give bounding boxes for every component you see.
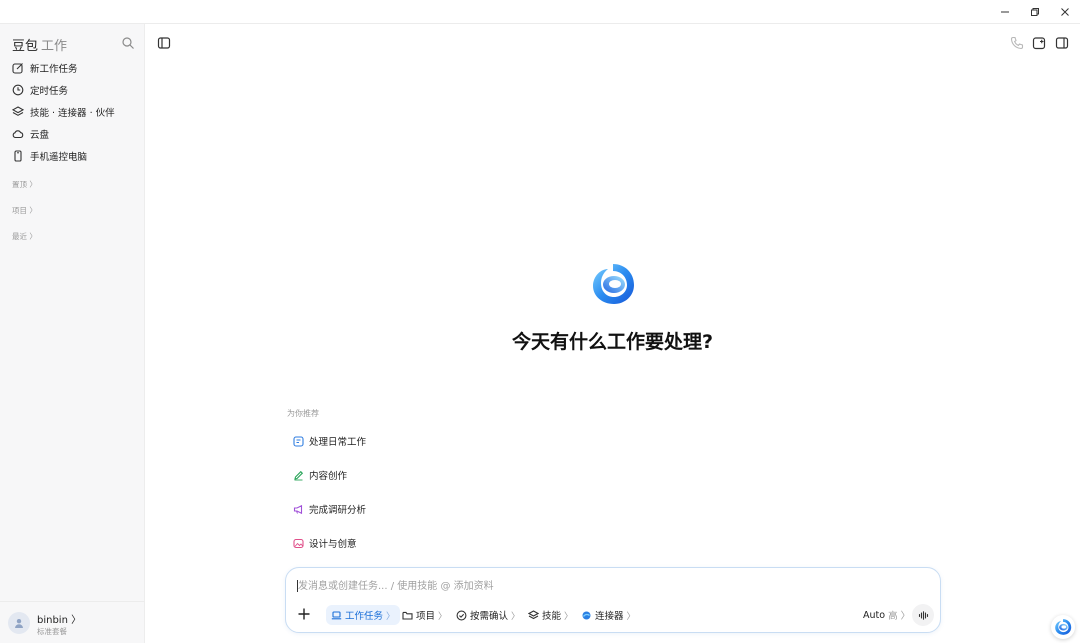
recommend-item-label: 设计与创意 — [309, 539, 357, 550]
brand-name: 豆包 — [12, 39, 39, 54]
new-window-icon[interactable] — [1031, 35, 1047, 51]
megaphone-icon — [293, 504, 303, 514]
sidebar-item-label: 手机遥控电脑 — [30, 152, 88, 163]
section-projects[interactable]: 项目 〉 — [12, 205, 37, 216]
user-name: binbin 〉 — [37, 615, 82, 626]
chip-project[interactable]: 项目〉 — [397, 605, 452, 625]
sidebar-item-cloud[interactable]: 云盘 — [6, 123, 139, 145]
minimize-button[interactable] — [990, 0, 1020, 24]
assistant-float-button[interactable] — [1051, 615, 1075, 639]
chip-confirm[interactable]: 按需确认〉 — [451, 605, 525, 625]
app-brand: 豆包 工作 — [12, 35, 67, 54]
sidebar-item-skills[interactable]: 技能 · 连接器 · 伙伴 — [6, 101, 139, 123]
layers-icon — [12, 106, 24, 116]
brand-sub: 工作 — [41, 39, 68, 54]
recommend-label: 为你推荐 — [287, 409, 319, 418]
auto-label: Auto — [863, 609, 886, 621]
chevron-right-icon: 〉 — [386, 611, 396, 622]
recommend-item-label: 内容创作 — [309, 471, 348, 482]
chip-work-task[interactable]: 工作任务〉 — [326, 605, 401, 625]
section-pinned[interactable]: 置顶 〉 — [12, 179, 37, 190]
sidebar-item-remote[interactable]: 手机遥控电脑 — [6, 145, 139, 167]
sidebar-item-scheduled[interactable]: 定时任务 — [6, 79, 139, 101]
sidebar-item-label: 定时任务 — [30, 86, 69, 97]
recommend-item-label: 处理日常工作 — [309, 437, 367, 448]
chip-connector[interactable]: 连接器〉 — [576, 605, 641, 625]
chip-label: 项目 — [416, 611, 436, 622]
pen-icon — [294, 470, 304, 480]
restore-button[interactable] — [1020, 0, 1050, 24]
chip-label: 连接器 — [595, 611, 624, 622]
chevron-right-icon: 〉 — [564, 611, 574, 622]
plus-icon[interactable] — [296, 606, 312, 622]
recommend-item-daily-work[interactable]: 处理日常工作 — [286, 430, 373, 452]
minimize-icon — [1001, 11, 1009, 13]
chip-skills[interactable]: 技能〉 — [523, 605, 578, 625]
voice-button[interactable] — [912, 604, 934, 626]
edit-icon — [12, 63, 23, 74]
auto-level: 高 〉 — [888, 611, 911, 622]
recommend-item-design[interactable]: 设计与创意 — [286, 532, 364, 554]
cloud-icon — [12, 130, 24, 139]
sidebar-item-label: 云盘 — [30, 130, 50, 141]
message-input[interactable] — [298, 577, 898, 595]
restore-icon — [1031, 8, 1039, 16]
call-icon[interactable] — [1009, 35, 1025, 51]
search-icon[interactable] — [121, 36, 135, 50]
chip-label: 技能 — [542, 611, 562, 622]
waveform-icon — [918, 610, 928, 620]
doubao-logo-icon — [593, 264, 634, 304]
sidebar: 豆包 工作 新工作任务 定时任务 技能 · 连接器 · 伙伴 云盘 手机遥控电脑 … — [0, 24, 145, 643]
chip-label: 按需确认 — [470, 611, 509, 622]
user-icon — [15, 619, 23, 628]
laptop-icon — [331, 610, 342, 619]
close-icon — [1061, 8, 1069, 16]
recommend-item-content[interactable]: 内容创作 — [286, 464, 354, 486]
avatar — [8, 612, 30, 634]
sidebar-item-label: 技能 · 连接器 · 伙伴 — [30, 108, 115, 119]
close-button[interactable] — [1050, 0, 1080, 24]
chevron-right-icon: 〉 — [626, 611, 636, 622]
chevron-right-icon: 〉 — [511, 611, 521, 622]
title-bar — [0, 0, 1080, 24]
recommend-item-label: 完成调研分析 — [309, 505, 367, 516]
sidebar-item-new-task[interactable]: 新工作任务 — [6, 57, 139, 79]
sidebar-toggle-icon[interactable] — [156, 35, 172, 51]
phone-icon — [14, 150, 22, 162]
task-icon — [293, 435, 304, 447]
section-recent[interactable]: 最近 〉 — [12, 231, 37, 242]
check-circle-icon — [456, 610, 467, 620]
sidebar-item-label: 新工作任务 — [30, 64, 78, 75]
recommend-item-research[interactable]: 完成调研分析 — [286, 498, 373, 520]
folder-icon — [402, 611, 413, 620]
panel-toggle-icon[interactable] — [1054, 35, 1070, 51]
user-profile[interactable]: binbin 〉 标准套餐 — [0, 601, 145, 643]
layers-icon — [528, 609, 539, 619]
image-icon — [293, 538, 304, 548]
clock-icon — [12, 84, 24, 96]
page-title: 今天有什么工作要处理? — [511, 331, 714, 353]
user-plan: 标准套餐 — [37, 627, 67, 636]
chip-label: 工作任务 — [345, 611, 384, 622]
chevron-right-icon: 〉 — [438, 611, 448, 622]
composer: 工作任务〉 项目〉 按需确认〉 技能〉 连接器〉 Auto高 〉 — [285, 567, 941, 633]
doubao-mini-logo-icon — [1055, 619, 1072, 635]
connector-icon — [582, 611, 591, 619]
auto-mode-selector[interactable]: Auto 高 〉 — [863, 605, 910, 625]
